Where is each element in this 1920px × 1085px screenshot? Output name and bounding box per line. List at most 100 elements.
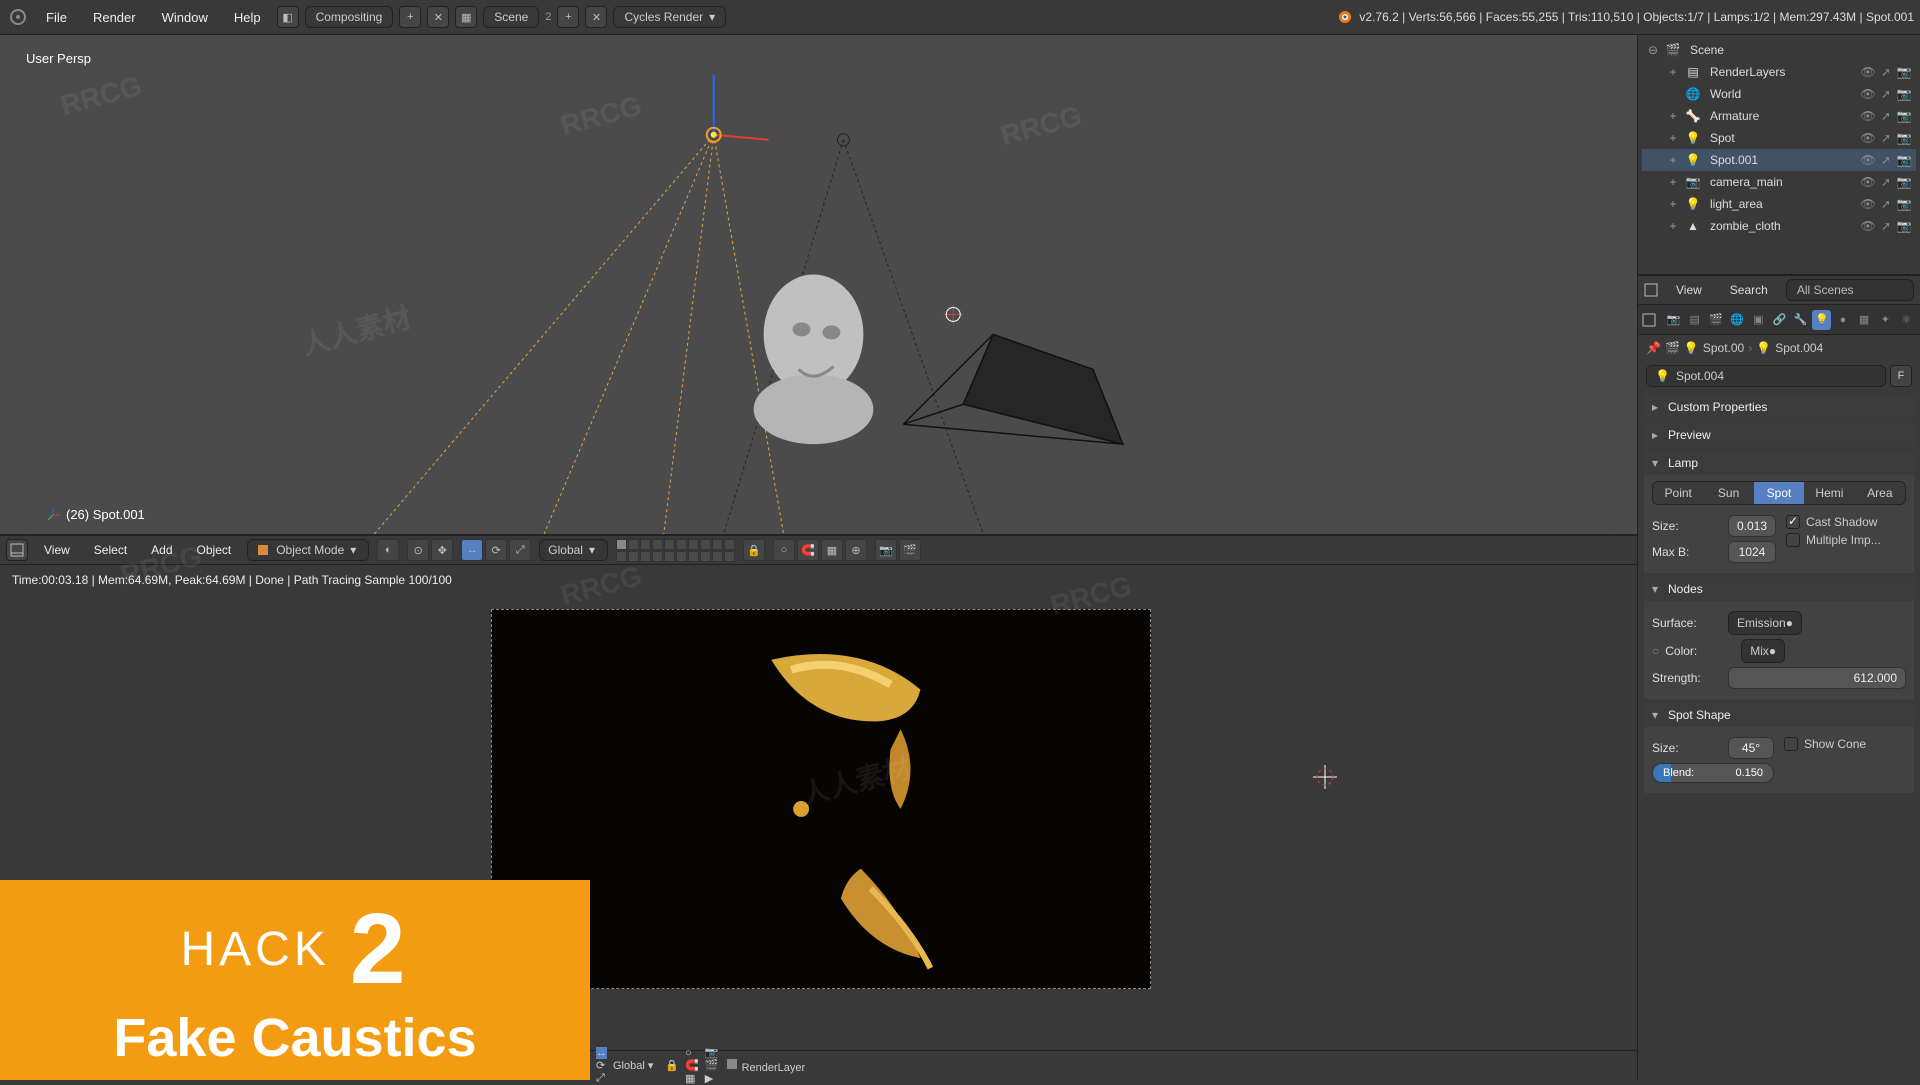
scene-browse-icon[interactable]: ▦ <box>455 6 477 28</box>
restrict-view-icon[interactable]: 👁 <box>1860 196 1876 212</box>
tab-world[interactable]: 🌐 <box>1728 310 1747 330</box>
outliner-scene-root[interactable]: ⊖ 🎬 Scene <box>1642 39 1916 61</box>
keyframe-dot-icon[interactable]: ○ <box>1652 644 1659 658</box>
lamp-maxb-field[interactable]: 1024 <box>1728 541 1776 563</box>
outliner-item-light-area[interactable]: +💡light_area👁➚📷 <box>1642 193 1916 215</box>
restrict-view-icon[interactable]: 👁 <box>1860 130 1876 146</box>
render-engine-dropdown[interactable]: Cycles Render ▾ <box>613 6 726 28</box>
translate-manipulator-icon[interactable]: ↔ <box>461 539 483 561</box>
restrict-select-icon[interactable]: ➚ <box>1878 86 1894 102</box>
breadcrumb-data[interactable]: Spot.004 <box>1775 341 1823 355</box>
snap-target-icon[interactable]: ⊕ <box>845 539 867 561</box>
proportional-edit-icon[interactable]: ○ <box>773 539 795 561</box>
outliner-editor-icon[interactable] <box>1644 283 1658 297</box>
rotate-manipulator-icon[interactable]: ⟳ <box>485 539 507 561</box>
restrict-render-icon[interactable]: 📷 <box>1896 130 1912 146</box>
multiple-importance-checkbox[interactable] <box>1786 533 1800 547</box>
editor-type-selector[interactable] <box>6 539 28 561</box>
vp-menu-view[interactable]: View <box>36 540 78 560</box>
datablock-field[interactable]: 💡 Spot.004 <box>1646 365 1886 387</box>
panel-preview[interactable]: ▸Preview <box>1644 423 1914 447</box>
tab-texture[interactable]: ▦ <box>1855 310 1874 330</box>
fake-user-button[interactable]: F <box>1890 365 1912 387</box>
tab-physics[interactable]: ⚛ <box>1897 310 1916 330</box>
outliner-item-camera-main[interactable]: +📷camera_main👁➚📷 <box>1642 171 1916 193</box>
restrict-render-icon[interactable]: 📷 <box>1896 108 1912 124</box>
outliner-view-menu[interactable]: View <box>1666 279 1712 301</box>
expand-icon[interactable]: + <box>1666 219 1680 233</box>
lock-icon[interactable]: 🔒 <box>665 1059 679 1072</box>
outliner-filter-dropdown[interactable]: All Scenes <box>1786 279 1914 301</box>
layer-buttons[interactable] <box>616 539 735 562</box>
snap-element-icon[interactable]: 🧲 <box>685 1059 699 1072</box>
opengl-render-icon[interactable]: ▶ <box>705 1072 719 1085</box>
outliner[interactable]: ⊖ 🎬 Scene +▤RenderLayers👁➚📷🌐World👁➚📷+🦴Ar… <box>1638 35 1920 275</box>
expand-icon[interactable]: + <box>1666 65 1680 79</box>
scale-manipulator-icon[interactable]: ⤢ <box>509 539 531 561</box>
lamp-type-spot[interactable]: Spot <box>1754 482 1804 504</box>
expand-icon[interactable]: + <box>1666 175 1680 189</box>
render-anim-icon[interactable]: 🎬 <box>705 1059 719 1072</box>
outliner-item-zombie-cloth[interactable]: +▲zombie_cloth👁➚📷 <box>1642 215 1916 237</box>
surface-dropdown[interactable]: Emission● <box>1728 611 1802 635</box>
restrict-select-icon[interactable]: ➚ <box>1878 174 1894 190</box>
restrict-render-icon[interactable]: 📷 <box>1896 64 1912 80</box>
tab-object[interactable]: ▣ <box>1749 310 1768 330</box>
outliner-item-spot-001[interactable]: +💡Spot.001👁➚📷 <box>1642 149 1916 171</box>
tab-scene[interactable]: 🎬 <box>1706 310 1725 330</box>
manipulator-toggle-icon[interactable]: ✥ <box>431 539 453 561</box>
tab-material[interactable]: ● <box>1833 310 1852 330</box>
3d-viewport[interactable]: User Persp (26) Spot.001 <box>0 35 1637 535</box>
show-cone-checkbox[interactable] <box>1784 737 1798 751</box>
restrict-view-icon[interactable]: 👁 <box>1860 86 1876 102</box>
render-anim-icon[interactable]: 🎬 <box>899 539 921 561</box>
outliner-item-spot[interactable]: +💡Spot👁➚📷 <box>1642 127 1916 149</box>
scene-link-icon[interactable]: 🎬 <box>1665 341 1680 355</box>
mode-dropdown[interactable]: Object Mode ▾ <box>247 539 369 561</box>
expand-icon[interactable]: + <box>1666 153 1680 167</box>
lamp-size-field[interactable]: 0.013 <box>1728 515 1776 537</box>
panel-lamp[interactable]: ▾Lamp <box>1644 451 1914 475</box>
tab-constraints[interactable]: 🔗 <box>1770 310 1789 330</box>
restrict-render-icon[interactable]: 📷 <box>1896 152 1912 168</box>
lamp-type-area[interactable]: Area <box>1855 482 1905 504</box>
menu-window[interactable]: Window <box>152 6 218 29</box>
restrict-select-icon[interactable]: ➚ <box>1878 64 1894 80</box>
breadcrumb-obj[interactable]: Spot.00 <box>1703 341 1744 355</box>
tab-data-lamp[interactable]: 💡 <box>1812 310 1831 330</box>
menu-file[interactable]: File <box>36 6 77 29</box>
expand-icon[interactable]: + <box>1666 109 1680 123</box>
restrict-select-icon[interactable]: ➚ <box>1878 108 1894 124</box>
restrict-render-icon[interactable]: 📷 <box>1896 174 1912 190</box>
restrict-select-icon[interactable]: ➚ <box>1878 130 1894 146</box>
restrict-view-icon[interactable]: 👁 <box>1860 174 1876 190</box>
restrict-view-icon[interactable]: 👁 <box>1860 218 1876 234</box>
tab-render-layers[interactable]: ▤ <box>1685 310 1704 330</box>
snap-element-icon[interactable]: ▦ <box>821 539 843 561</box>
cast-shadow-checkbox[interactable] <box>1786 515 1800 529</box>
expand-icon[interactable]: + <box>1666 131 1680 145</box>
tab-render[interactable]: 📷 <box>1664 310 1683 330</box>
outliner-item-armature[interactable]: +🦴Armature👁➚📷 <box>1642 105 1916 127</box>
layout-dropdown[interactable]: Compositing <box>305 6 394 28</box>
tab-particles[interactable]: ✦ <box>1876 310 1895 330</box>
scene-remove-button[interactable]: ✕ <box>585 6 607 28</box>
restrict-render-icon[interactable]: 📷 <box>1896 196 1912 212</box>
panel-spot-shape[interactable]: ▾Spot Shape <box>1644 703 1914 727</box>
color-dropdown[interactable]: Mix● <box>1741 639 1785 663</box>
vp-menu-object[interactable]: Object <box>189 540 240 560</box>
panel-nodes[interactable]: ▾Nodes <box>1644 577 1914 601</box>
pivot-point-icon[interactable]: ⊙ <box>407 539 429 561</box>
shading-mode-selector[interactable]: ◐ <box>377 539 399 561</box>
layout-remove-button[interactable]: ✕ <box>427 6 449 28</box>
scale-manipulator-icon[interactable]: ⤢ <box>596 1072 607 1085</box>
orientation-dropdown-bottom[interactable]: Global ▾ <box>613 1059 653 1072</box>
outliner-search-menu[interactable]: Search <box>1720 279 1778 301</box>
menu-render[interactable]: Render <box>83 6 146 29</box>
restrict-view-icon[interactable]: 👁 <box>1860 64 1876 80</box>
menu-help[interactable]: Help <box>224 6 271 29</box>
snap-icon[interactable]: ○ <box>685 1047 699 1059</box>
snap-target-icon[interactable]: ▦ <box>685 1072 699 1085</box>
tab-modifiers[interactable]: 🔧 <box>1791 310 1810 330</box>
lamp-type-hemi[interactable]: Hemi <box>1804 482 1854 504</box>
